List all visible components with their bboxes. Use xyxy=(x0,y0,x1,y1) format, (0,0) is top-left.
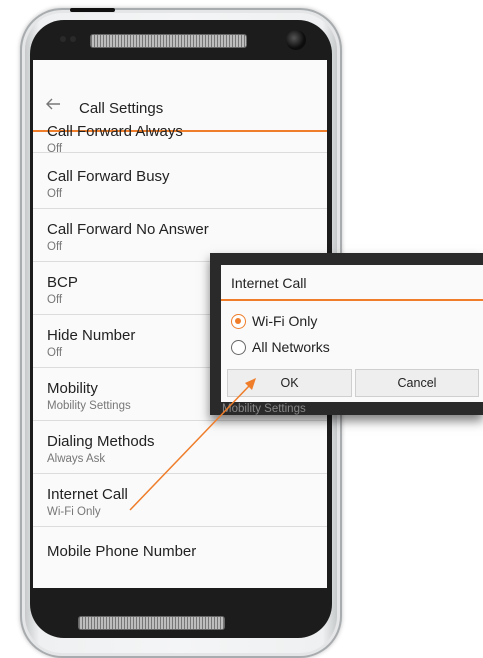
list-item[interactable]: Call Forward Busy Off xyxy=(33,156,327,209)
list-item[interactable]: Call Forward Always Off xyxy=(33,123,327,155)
front-camera-icon xyxy=(286,30,306,50)
phone-top-edge xyxy=(70,8,115,12)
item-value: Wi-Fi Only xyxy=(47,506,101,518)
internet-call-dialog: Internet Call Wi-Fi Only All Networks OK… xyxy=(221,265,483,402)
option-all-networks[interactable]: All Networks xyxy=(231,339,330,355)
cancel-button[interactable]: Cancel xyxy=(355,369,479,397)
background-item-value: Mobility Settings xyxy=(222,403,306,415)
speaker-grille xyxy=(90,34,247,48)
item-value: Off xyxy=(47,294,63,306)
radio-selected-icon[interactable] xyxy=(231,313,246,329)
item-title: Hide Number xyxy=(47,327,136,344)
item-title: Call Forward Always xyxy=(47,123,183,140)
dialog-divider xyxy=(221,299,483,301)
action-bar: Call Settings xyxy=(33,60,327,132)
item-title: BCP xyxy=(47,274,78,291)
sensor-dots xyxy=(60,36,76,42)
option-label: Wi-Fi Only xyxy=(252,313,318,329)
item-title: Call Forward Busy xyxy=(47,168,170,185)
item-value: Off xyxy=(47,143,63,155)
item-value: Mobility Settings xyxy=(47,400,131,412)
item-title: Dialing Methods xyxy=(47,433,155,450)
item-value: Off xyxy=(47,347,63,359)
option-wifi-only[interactable]: Wi-Fi Only xyxy=(231,313,317,329)
ok-button[interactable]: OK xyxy=(227,369,352,397)
list-item[interactable]: Dialing Methods Always Ask xyxy=(33,421,327,474)
item-title: Mobile Phone Number xyxy=(47,543,197,560)
item-value: Off xyxy=(47,188,63,200)
dialog-title: Internet Call xyxy=(231,275,307,291)
item-value: Off xyxy=(47,241,63,253)
option-label: All Networks xyxy=(252,339,330,355)
arrow-left-icon[interactable] xyxy=(45,96,61,112)
page-title: Call Settings xyxy=(79,100,164,117)
item-title: Mobility xyxy=(47,380,98,397)
earpiece-area xyxy=(30,20,330,60)
item-title: Internet Call xyxy=(47,486,128,503)
item-title: Call Forward No Answer xyxy=(47,221,209,238)
bottom-speaker-grille xyxy=(78,616,225,630)
list-item[interactable]: Mobile Phone Number xyxy=(33,527,327,579)
list-item[interactable]: Internet Call Wi-Fi Only xyxy=(33,474,327,527)
radio-unselected-icon[interactable] xyxy=(231,339,246,355)
item-value: Always Ask xyxy=(47,453,106,465)
